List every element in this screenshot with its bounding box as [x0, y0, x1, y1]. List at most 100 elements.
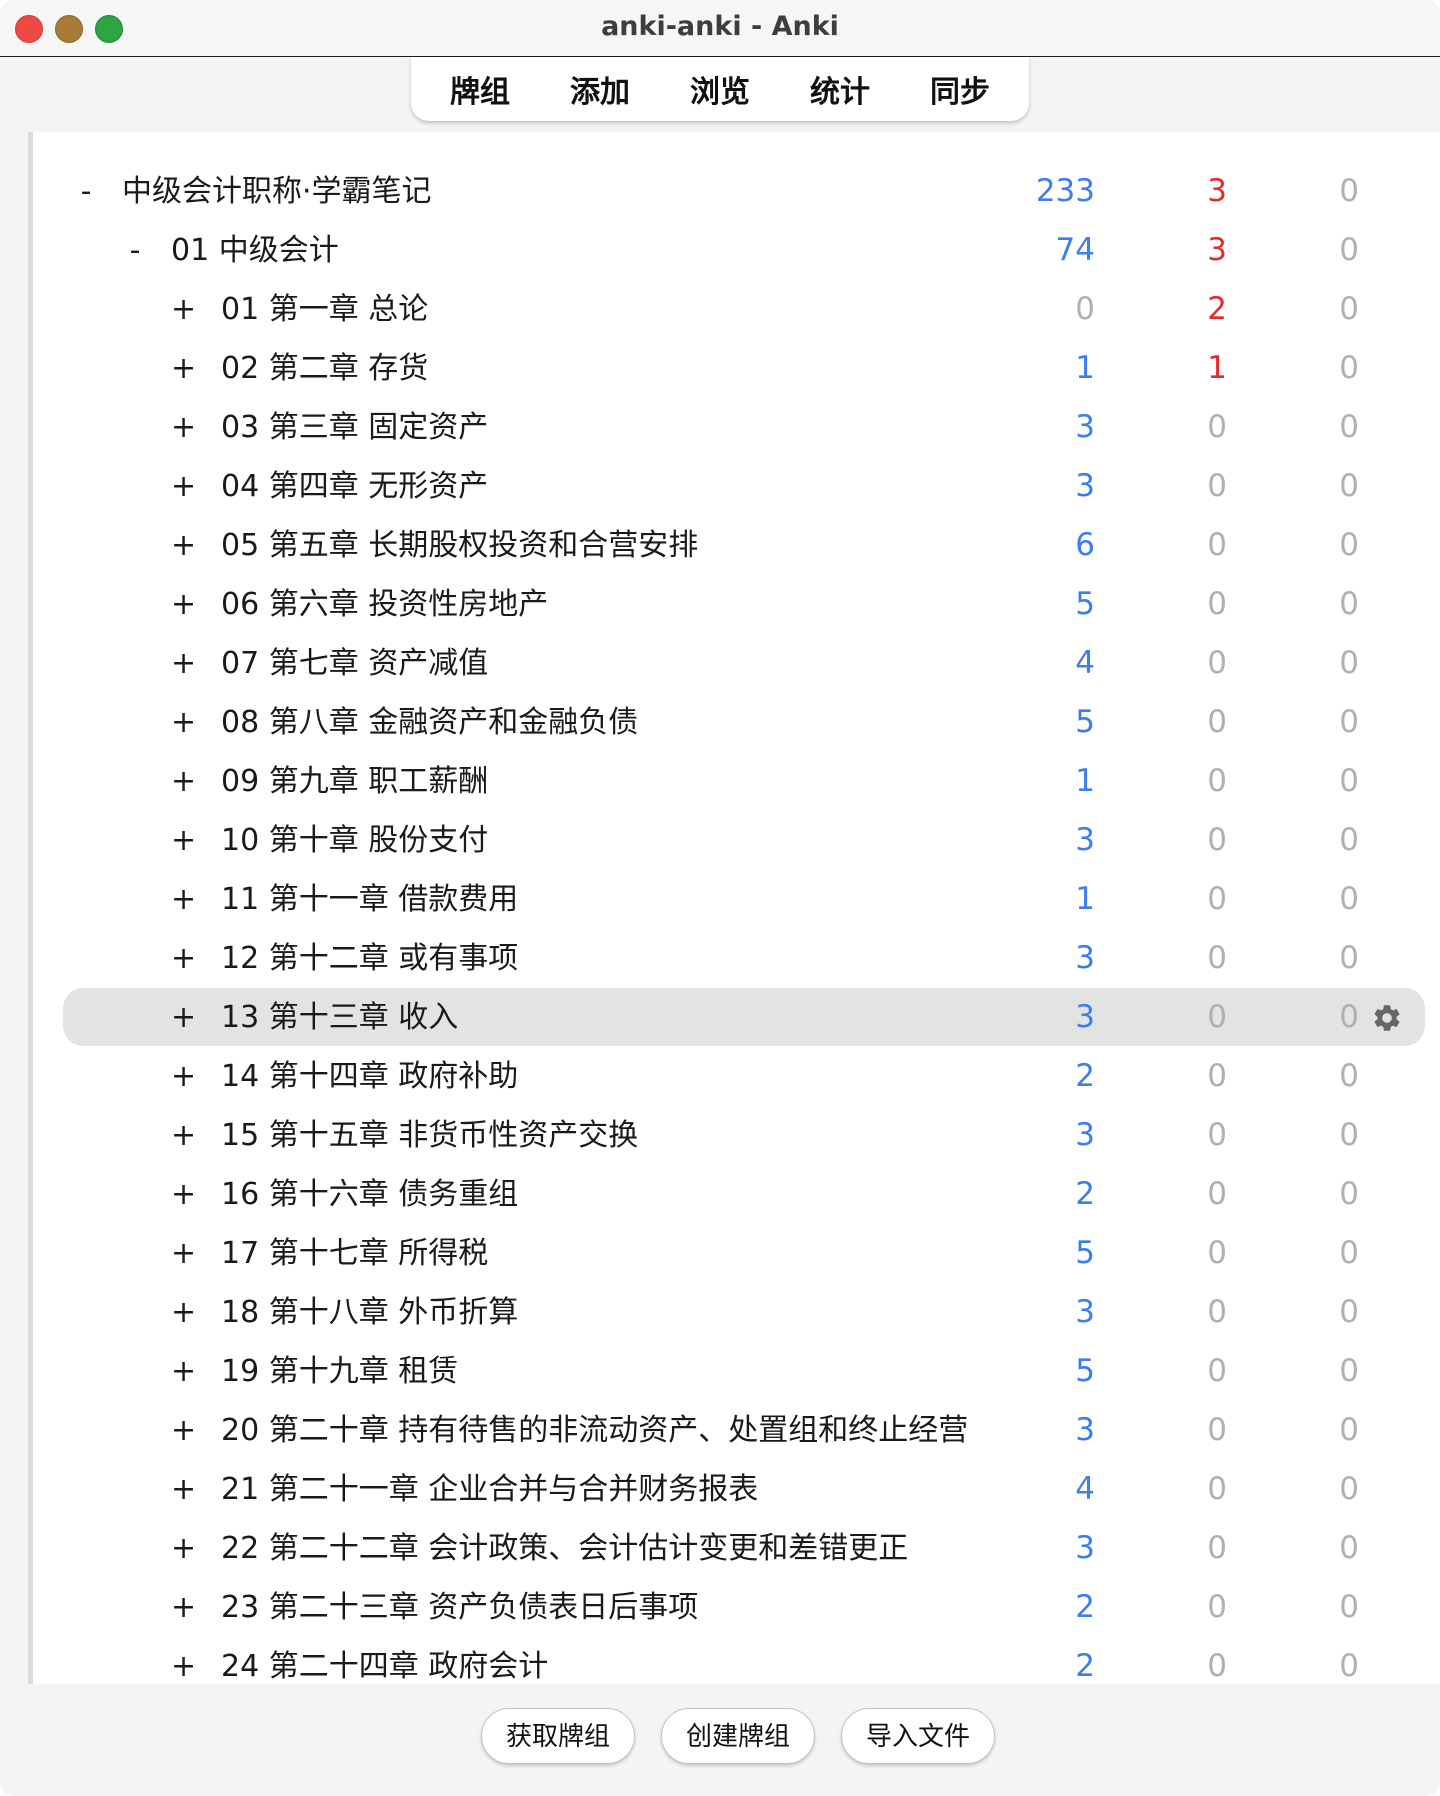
- deck-row[interactable]: +19 第十九章 租赁 5 0 0: [33, 1342, 1440, 1401]
- deck-row[interactable]: +01 第一章 总论 0 2 0: [33, 280, 1440, 339]
- expand-toggle[interactable]: +: [171, 280, 196, 339]
- deck-row[interactable]: +22 第二十二章 会计政策、会计估计变更和差错更正 3 0 0: [33, 1519, 1440, 1578]
- deck-row[interactable]: +13 第十三章 收入 3 0 0: [33, 988, 1440, 1047]
- deck-row[interactable]: +02 第二章 存货 1 1 0: [33, 339, 1440, 398]
- deck-name[interactable]: 10 第十章 股份支付: [221, 811, 488, 870]
- expand-toggle[interactable]: +: [171, 1106, 196, 1165]
- toolbar-stats[interactable]: 统计: [780, 67, 900, 111]
- expand-toggle[interactable]: +: [171, 1047, 196, 1106]
- deck-name[interactable]: 03 第三章 固定资产: [221, 398, 488, 457]
- expand-toggle[interactable]: +: [171, 811, 196, 870]
- expand-toggle[interactable]: +: [171, 1460, 196, 1519]
- deck-name[interactable]: 06 第六章 投资性房地产: [221, 575, 548, 634]
- expand-toggle[interactable]: +: [171, 988, 196, 1047]
- deck-row[interactable]: +11 第十一章 借款费用 1 0 0: [33, 870, 1440, 929]
- expand-toggle[interactable]: +: [171, 398, 196, 457]
- deck-name[interactable]: 07 第七章 资产减值: [221, 634, 488, 693]
- deck-name[interactable]: 12 第十二章 或有事项: [221, 929, 518, 988]
- expand-toggle[interactable]: +: [171, 1283, 196, 1342]
- toolbar-browse[interactable]: 浏览: [660, 67, 780, 111]
- due-count: 0: [1339, 350, 1359, 386]
- deck-name[interactable]: 15 第十五章 非货币性资产交换: [221, 1106, 638, 1165]
- expand-toggle[interactable]: +: [171, 752, 196, 811]
- expand-toggle[interactable]: +: [171, 693, 196, 752]
- learn-count: 0: [1207, 881, 1227, 917]
- deck-row[interactable]: +15 第十五章 非货币性资产交换 3 0 0: [33, 1106, 1440, 1165]
- due-count: 0: [1339, 1353, 1359, 1389]
- deck-name[interactable]: 08 第八章 金融资产和金融负债: [221, 693, 638, 752]
- new-count: 1: [1075, 763, 1095, 799]
- import-file-button[interactable]: 导入文件: [841, 1708, 995, 1764]
- deck-name[interactable]: 23 第二十三章 资产负债表日后事项: [221, 1578, 698, 1637]
- new-count: 3: [1075, 1412, 1095, 1448]
- expand-toggle[interactable]: +: [171, 870, 196, 929]
- deck-name[interactable]: 04 第四章 无形资产: [221, 457, 488, 516]
- due-count: 0: [1339, 1176, 1359, 1212]
- deck-name[interactable]: 05 第五章 长期股权投资和合营安排: [221, 516, 698, 575]
- expand-toggle[interactable]: +: [171, 634, 196, 693]
- deck-row[interactable]: +05 第五章 长期股权投资和合营安排 6 0 0: [33, 516, 1440, 575]
- deck-row[interactable]: +17 第十七章 所得税 5 0 0: [33, 1224, 1440, 1283]
- expand-toggle[interactable]: +: [171, 457, 196, 516]
- deck-name[interactable]: 01 第一章 总论: [221, 280, 428, 339]
- create-deck-button[interactable]: 创建牌组: [661, 1708, 815, 1764]
- deck-name[interactable]: 中级会计职称·学霸笔记: [122, 162, 432, 221]
- deck-row[interactable]: +10 第十章 股份支付 3 0 0: [33, 811, 1440, 870]
- deck-name[interactable]: 13 第十三章 收入: [221, 988, 458, 1047]
- learn-count: 0: [1207, 1294, 1227, 1330]
- deck-name[interactable]: 01 中级会计: [171, 221, 339, 280]
- deck-row[interactable]: +08 第八章 金融资产和金融负债 5 0 0: [33, 693, 1440, 752]
- learn-count: 0: [1207, 527, 1227, 563]
- deck-row[interactable]: +14 第十四章 政府补助 2 0 0: [33, 1047, 1440, 1106]
- deck-name[interactable]: 02 第二章 存货: [221, 339, 428, 398]
- deck-row[interactable]: -01 中级会计 74 3 0: [33, 221, 1440, 280]
- deck-row[interactable]: +16 第十六章 债务重组 2 0 0: [33, 1165, 1440, 1224]
- deck-name[interactable]: 21 第二十一章 企业合并与合并财务报表: [221, 1460, 758, 1519]
- expand-toggle[interactable]: +: [171, 929, 196, 988]
- collapse-toggle[interactable]: -: [74, 162, 98, 221]
- learn-count: 0: [1207, 1589, 1227, 1625]
- gear-icon[interactable]: [1371, 1002, 1403, 1034]
- deck-row[interactable]: +20 第二十章 持有待售的非流动资产、处置组和终止经营 3 0 0: [33, 1401, 1440, 1460]
- learn-count: 2: [1207, 291, 1227, 327]
- deck-row[interactable]: +12 第十二章 或有事项 3 0 0: [33, 929, 1440, 988]
- deck-row[interactable]: +24 第二十四章 政府会计 2 0 0: [33, 1637, 1440, 1684]
- expand-toggle[interactable]: +: [171, 1224, 196, 1283]
- deck-name[interactable]: 22 第二十二章 会计政策、会计估计变更和差错更正: [221, 1519, 908, 1578]
- deck-row[interactable]: +21 第二十一章 企业合并与合并财务报表 4 0 0: [33, 1460, 1440, 1519]
- deck-name[interactable]: 11 第十一章 借款费用: [221, 870, 518, 929]
- deck-row[interactable]: +09 第九章 职工薪酬 1 0 0: [33, 752, 1440, 811]
- deck-row[interactable]: +06 第六章 投资性房地产 5 0 0: [33, 575, 1440, 634]
- new-count: 3: [1075, 468, 1095, 504]
- toolbar-decks[interactable]: 牌组: [420, 67, 540, 111]
- deck-row[interactable]: +18 第十八章 外币折算 3 0 0: [33, 1283, 1440, 1342]
- expand-toggle[interactable]: +: [171, 1519, 196, 1578]
- expand-toggle[interactable]: +: [171, 516, 196, 575]
- expand-toggle[interactable]: +: [171, 1342, 196, 1401]
- due-count: 0: [1339, 468, 1359, 504]
- expand-toggle[interactable]: +: [171, 1578, 196, 1637]
- collapse-toggle[interactable]: -: [123, 221, 147, 280]
- deck-name[interactable]: 24 第二十四章 政府会计: [221, 1637, 548, 1684]
- deck-name[interactable]: 14 第十四章 政府补助: [221, 1047, 518, 1106]
- deck-name[interactable]: 20 第二十章 持有待售的非流动资产、处置组和终止经营: [221, 1401, 968, 1460]
- expand-toggle[interactable]: +: [171, 339, 196, 398]
- deck-row[interactable]: +03 第三章 固定资产 3 0 0: [33, 398, 1440, 457]
- deck-name[interactable]: 16 第十六章 债务重组: [221, 1165, 518, 1224]
- deck-row[interactable]: +04 第四章 无形资产 3 0 0: [33, 457, 1440, 516]
- deck-row[interactable]: - 中级会计职称·学霸笔记 233 3 0: [33, 162, 1440, 221]
- expand-toggle[interactable]: +: [171, 1165, 196, 1224]
- deck-name[interactable]: 19 第十九章 租赁: [221, 1342, 458, 1401]
- deck-name[interactable]: 18 第十八章 外币折算: [221, 1283, 518, 1342]
- deck-row[interactable]: +07 第七章 资产减值 4 0 0: [33, 634, 1440, 693]
- new-count: 2: [1075, 1176, 1095, 1212]
- expand-toggle[interactable]: +: [171, 1401, 196, 1460]
- expand-toggle[interactable]: +: [171, 575, 196, 634]
- toolbar-sync[interactable]: 同步: [900, 67, 1020, 111]
- deck-name[interactable]: 09 第九章 职工薪酬: [221, 752, 488, 811]
- deck-name[interactable]: 17 第十七章 所得税: [221, 1224, 488, 1283]
- get-shared-button[interactable]: 获取牌组: [481, 1708, 635, 1764]
- expand-toggle[interactable]: +: [171, 1637, 196, 1684]
- toolbar-add[interactable]: 添加: [540, 67, 660, 111]
- deck-row[interactable]: +23 第二十三章 资产负债表日后事项 2 0 0: [33, 1578, 1440, 1637]
